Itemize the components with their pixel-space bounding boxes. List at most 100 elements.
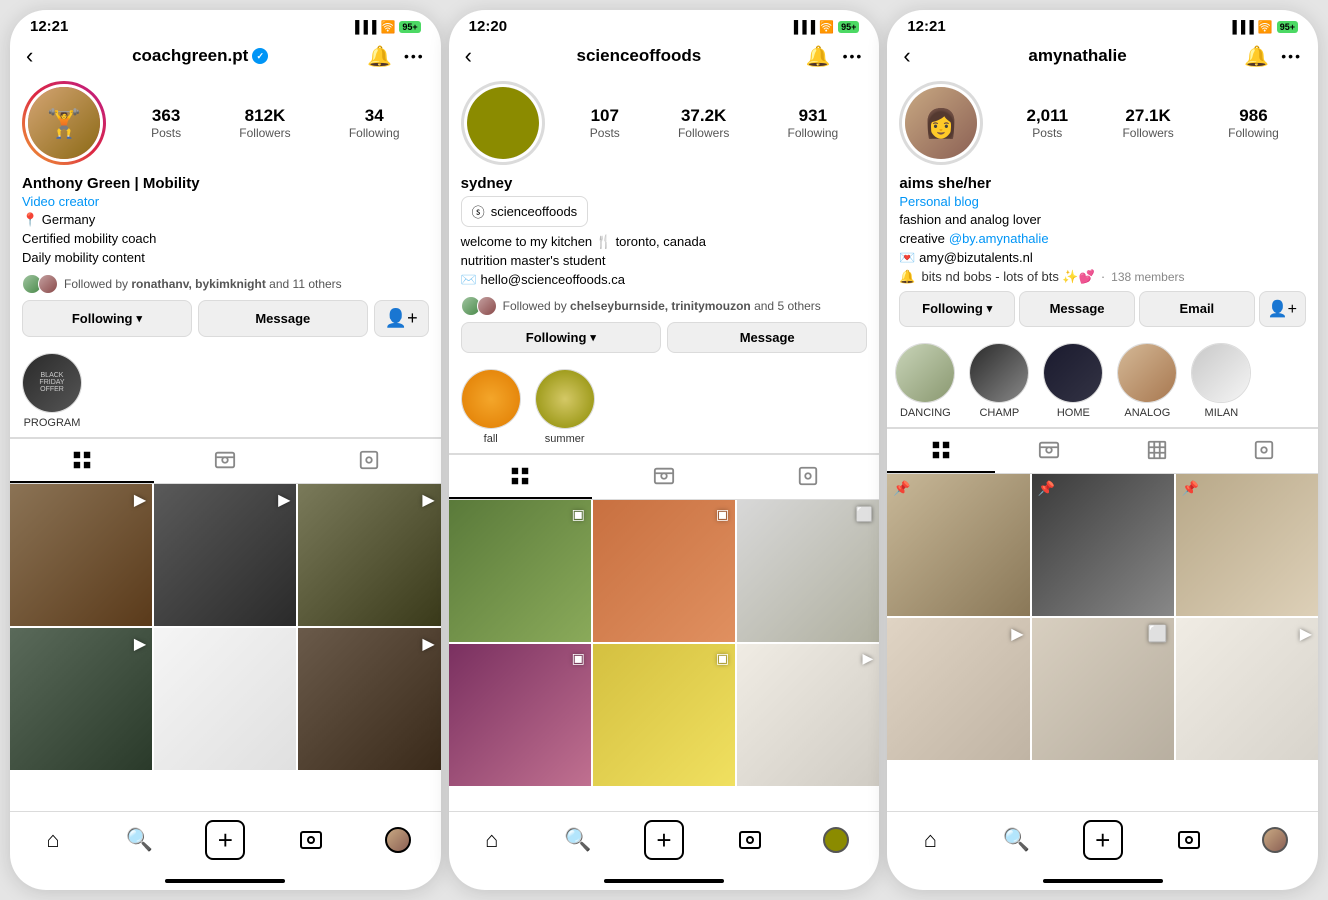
tab-tagged-3[interactable] [1210,429,1318,473]
add-friend-button-3[interactable]: 👤+ [1259,291,1306,327]
grid-cell-2-5[interactable]: ▣ [593,644,735,786]
message-button-2[interactable]: Message [667,322,867,353]
profile-nav-1[interactable] [378,820,418,860]
grid-cell-1-3[interactable]: ▶ [298,484,440,626]
add-nav-2[interactable]: + [644,820,684,860]
stat-following-3[interactable]: 986 Following [1228,106,1279,140]
search-nav-2[interactable]: 🔍 [558,820,598,860]
highlight-circle-dancing [895,343,955,403]
tab-tagged-2[interactable] [736,455,880,499]
tab-reels-2[interactable] [592,455,736,499]
followed-by-text-1: Followed by ronathanv, bykimknight and 1… [64,277,342,291]
grid-cell-2-4[interactable]: ▣ [449,644,591,786]
threads-handle[interactable]: ⓢ scienceoffoods [461,196,589,227]
tab-grid-1[interactable] [10,439,154,483]
back-button-3[interactable]: ‹ [903,43,910,69]
highlight-analog[interactable]: ANALOG [1117,343,1177,419]
stat-posts-1[interactable]: 363 Posts [151,106,181,140]
stat-following-2[interactable]: 931 Following [788,106,839,140]
bottom-nav-1: ⌂ 🔍 + [10,811,441,872]
reels-nav-3[interactable] [1169,820,1209,860]
grid-cell-3-6[interactable]: ▶ [1176,618,1318,760]
home-nav-1[interactable]: ⌂ [33,820,73,860]
grid-cell-3-2[interactable]: 📌 [1032,474,1174,616]
home-nav-2[interactable]: ⌂ [472,820,512,860]
back-button-1[interactable]: ‹ [26,43,33,69]
highlight-summer[interactable]: summer [535,369,595,445]
home-nav-3[interactable]: ⌂ [910,820,950,860]
grid-cell-1-4[interactable]: ▶ [10,628,152,770]
grid-cell-3-5[interactable]: ⬜ [1032,618,1174,760]
bell-icon-2[interactable]: 🔔 [806,44,831,69]
subscription-row[interactable]: 🔔 bits nd bobs - lots of bts ✨💕 · 138 me… [899,269,1306,285]
following-button-1[interactable]: Following ▾ [22,300,192,337]
stat-following-1[interactable]: 34 Following [349,106,400,140]
bio-link-1[interactable]: Video creator [22,194,429,209]
status-icons-2: ▐▐▐ 🛜 95+ [790,20,860,34]
highlight-milan[interactable]: MILAN [1191,343,1251,419]
more-icon-2[interactable]: ••• [843,48,864,64]
grid-overlay-2-6: ▶ [863,650,874,667]
more-icon-3[interactable]: ••• [1281,48,1302,64]
highlight-program[interactable]: BLACK FRIDAY OFFER PROGRAM [22,353,82,429]
highlight-dancing[interactable]: DANCING [895,343,955,419]
highlight-home[interactable]: HOME [1043,343,1103,419]
tab-grid-3[interactable] [887,429,995,473]
avatar-science-img [467,87,539,159]
more-icon-1[interactable]: ••• [404,48,425,64]
grid-cell-1-2[interactable]: ▶ [154,484,296,626]
tabs-row-2 [449,454,880,500]
reels-nav-1[interactable] [291,820,331,860]
grid-cell-2-2[interactable]: ▣ [593,500,735,642]
profile-stats-3: 2,011 Posts 27.1K Followers 986 Followin… [999,106,1306,140]
bio-link-3[interactable]: Personal blog [899,194,1306,209]
highlight-label-champ: CHAMP [979,407,1019,419]
email-button-3[interactable]: Email [1139,291,1255,327]
tab-grid-2[interactable] [449,455,593,499]
followed-avatar-2b [477,296,497,316]
grid-cell-3-4[interactable]: ▶ [887,618,1029,760]
tab-reels-3[interactable] [995,429,1103,473]
following-button-3[interactable]: Following ▾ [899,291,1015,327]
add-nav-3[interactable]: + [1083,820,1123,860]
profile-nav-3[interactable] [1255,820,1295,860]
grid-cell-3-3[interactable]: 📌 [1176,474,1318,616]
phone-scienceoffoods: 12:20 ▐▐▐ 🛜 95+ ‹ scienceoffoods 🔔 ••• [449,10,880,890]
back-button-2[interactable]: ‹ [465,43,472,69]
tab-collab-3[interactable] [1103,429,1211,473]
message-button-1[interactable]: Message [198,300,368,337]
stat-followers-2[interactable]: 37.2K Followers [678,106,729,140]
search-nav-3[interactable]: 🔍 [997,820,1037,860]
following-button-2[interactable]: Following ▾ [461,322,661,353]
bell-icon-1[interactable]: 🔔 [367,44,392,69]
tab-tagged-1[interactable] [297,439,441,483]
grid-cell-1-1[interactable]: ▶ [10,484,152,626]
grid-cell-1-6[interactable]: ▶ [298,628,440,770]
mention-1[interactable]: @by.amynathalie [949,230,1049,248]
search-nav-1[interactable]: 🔍 [119,820,159,860]
avatar-wrap-3[interactable]: 👩 [899,81,983,165]
status-bar-1: 12:21 ▐▐▐ 🛜 95+ [10,10,441,39]
stat-posts-3[interactable]: 2,011 Posts [1027,106,1069,140]
message-button-3[interactable]: Message [1019,291,1135,327]
reels-nav-2[interactable] [730,820,770,860]
wifi-icon-1: 🛜 [380,20,395,34]
add-friend-button-1[interactable]: 👤+ [374,300,429,337]
tab-reels-1[interactable] [154,439,298,483]
highlight-champ[interactable]: CHAMP [969,343,1029,419]
add-friend-icon-3: 👤+ [1268,299,1297,319]
grid-cell-2-3[interactable]: ⬜ [737,500,879,642]
add-nav-1[interactable]: + [205,820,245,860]
profile-nav-2[interactable] [816,820,856,860]
grid-cell-2-6[interactable]: ▶ [737,644,879,786]
stat-posts-2[interactable]: 107 Posts [590,106,620,140]
stat-followers-3[interactable]: 27.1K Followers [1122,106,1173,140]
grid-cell-1-5[interactable] [154,628,296,770]
avatar-wrap-1[interactable]: 🏋 [22,81,106,165]
bell-icon-3[interactable]: 🔔 [1244,44,1269,69]
stat-followers-1[interactable]: 812K Followers [239,106,290,140]
avatar-wrap-2[interactable] [461,81,545,165]
grid-cell-2-1[interactable]: ▣ [449,500,591,642]
highlight-fall[interactable]: fall [461,369,521,445]
grid-cell-3-1[interactable]: 📌 [887,474,1029,616]
